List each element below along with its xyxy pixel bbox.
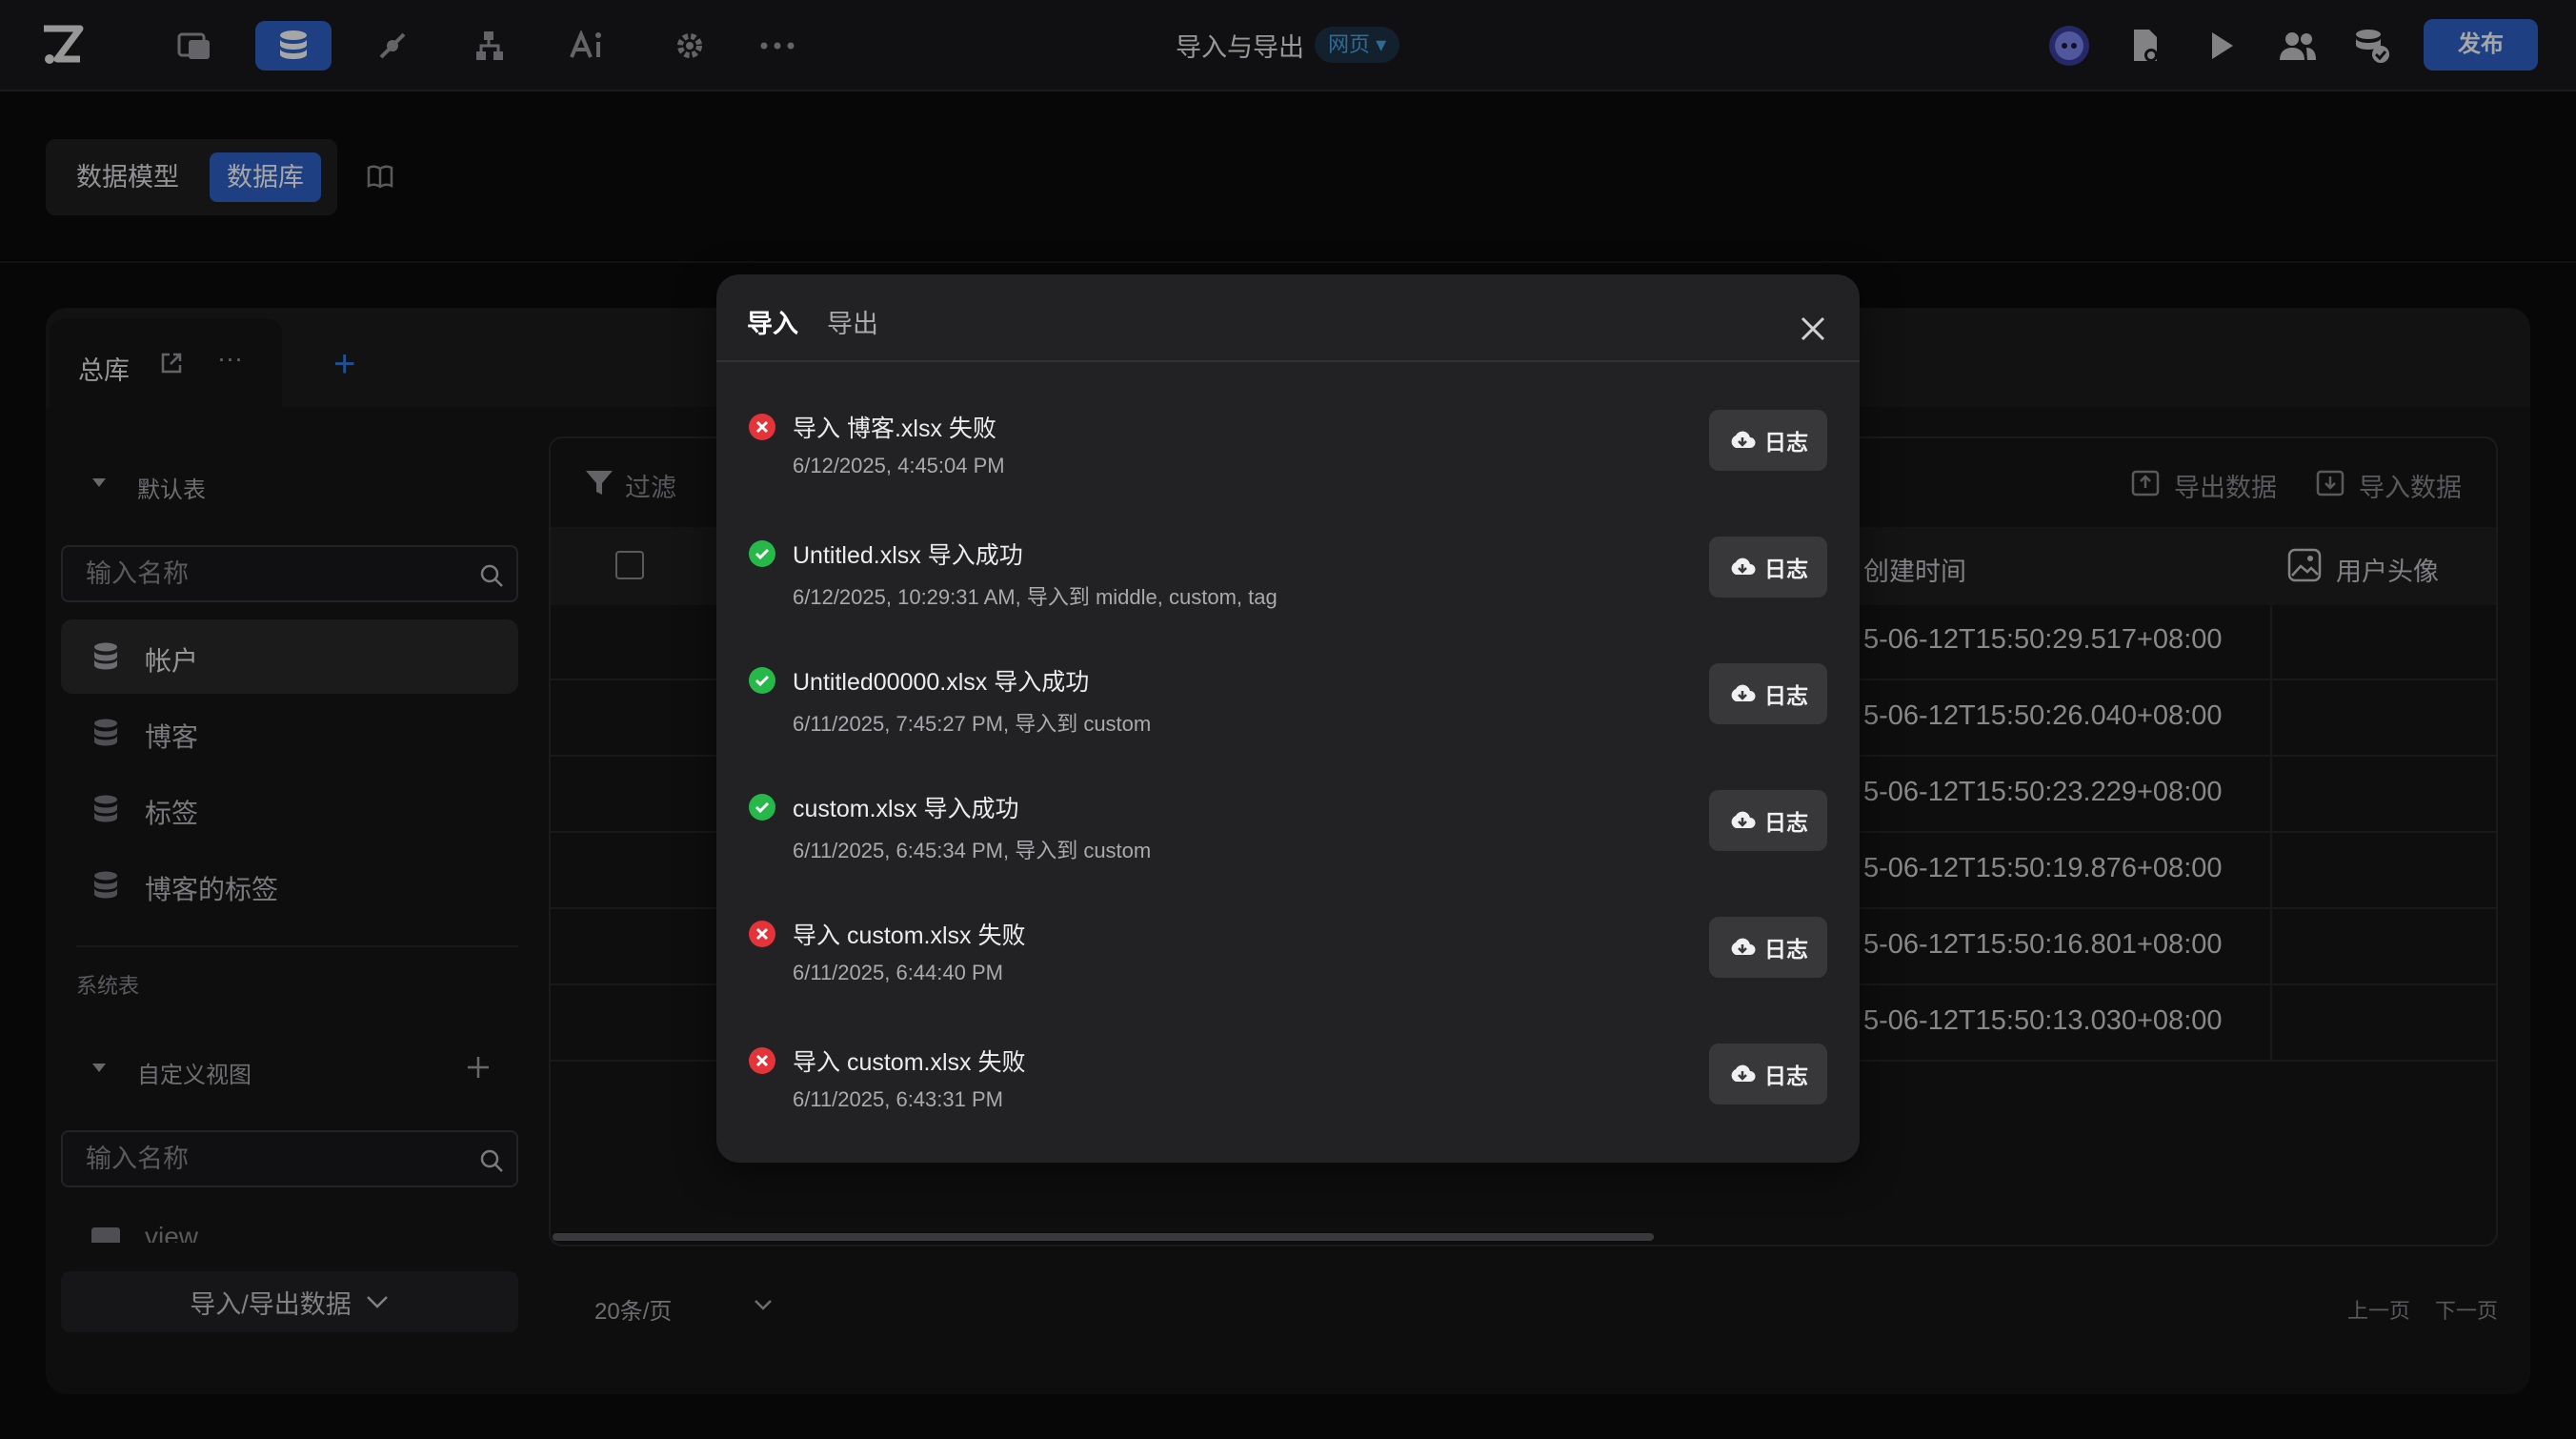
import-export-dialog: 导入 导出 导入 博客.xlsx 失败 6/12/2025, 4:45:04 P… <box>716 274 1860 1163</box>
log-download-button[interactable]: 日志 <box>1709 663 1827 724</box>
log-button-label: 日志 <box>1764 937 1808 962</box>
tab-export[interactable]: 导出 <box>827 303 878 340</box>
dialog-tabs: 导入 导出 <box>716 274 1860 362</box>
cloud-download-icon <box>1731 938 1756 955</box>
success-status-icon <box>749 794 775 821</box>
log-download-button[interactable]: 日志 <box>1709 410 1827 471</box>
import-log-item: 导入 custom.xlsx 失败 6/11/2025, 6:43:31 PM … <box>716 1032 1860 1159</box>
log-download-button[interactable]: 日志 <box>1709 537 1827 598</box>
cloud-download-icon <box>1731 684 1756 701</box>
import-log-item: 导入 custom.xlsx 失败 6/11/2025, 6:44:40 PM … <box>716 905 1860 1032</box>
log-meta: 6/12/2025, 4:45:04 PM <box>793 454 1005 477</box>
log-title: custom.xlsx 导入成功 <box>793 796 1019 822</box>
log-meta: 6/12/2025, 10:29:31 AM, 导入到 middle, cust… <box>793 585 1278 609</box>
log-button-label: 日志 <box>1764 810 1808 835</box>
log-download-button[interactable]: 日志 <box>1709 790 1827 851</box>
success-status-icon <box>749 667 775 694</box>
log-meta: 6/11/2025, 6:43:31 PM <box>793 1087 1003 1111</box>
log-button-label: 日志 <box>1764 557 1808 581</box>
log-title: Untitled00000.xlsx 导入成功 <box>793 669 1090 696</box>
cloud-download-icon <box>1731 1064 1756 1082</box>
log-button-label: 日志 <box>1764 1064 1808 1088</box>
import-log-item: Untitled.xlsx 导入成功 6/12/2025, 10:29:31 A… <box>716 525 1860 652</box>
log-title: 导入 custom.xlsx 失败 <box>793 922 1026 949</box>
log-meta: 6/11/2025, 6:44:40 PM <box>793 961 1003 984</box>
cloud-download-icon <box>1731 557 1756 575</box>
error-status-icon <box>749 921 775 947</box>
import-log-item: Untitled00000.xlsx 导入成功 6/11/2025, 7:45:… <box>716 652 1860 779</box>
close-icon[interactable] <box>1799 314 1827 343</box>
success-status-icon <box>749 540 775 567</box>
log-meta: 6/11/2025, 7:45:27 PM, 导入到 custom <box>793 712 1152 736</box>
error-status-icon <box>749 414 775 440</box>
cloud-download-icon <box>1731 431 1756 448</box>
log-button-label: 日志 <box>1764 430 1808 455</box>
log-title: 导入 博客.xlsx 失败 <box>793 415 996 442</box>
log-download-button[interactable]: 日志 <box>1709 1044 1827 1105</box>
log-title: Untitled.xlsx 导入成功 <box>793 542 1023 569</box>
import-log-item: custom.xlsx 导入成功 6/11/2025, 6:45:34 PM, … <box>716 779 1860 905</box>
log-meta: 6/11/2025, 6:45:34 PM, 导入到 custom <box>793 839 1152 862</box>
error-status-icon <box>749 1047 775 1074</box>
log-title: 导入 custom.xlsx 失败 <box>793 1049 1026 1076</box>
import-log-item: 导入 博客.xlsx 失败 6/12/2025, 4:45:04 PM 日志 <box>716 398 1860 525</box>
cloud-download-icon <box>1731 811 1756 828</box>
tab-import[interactable]: 导入 <box>747 303 798 340</box>
log-download-button[interactable]: 日志 <box>1709 917 1827 978</box>
log-button-label: 日志 <box>1764 683 1808 708</box>
